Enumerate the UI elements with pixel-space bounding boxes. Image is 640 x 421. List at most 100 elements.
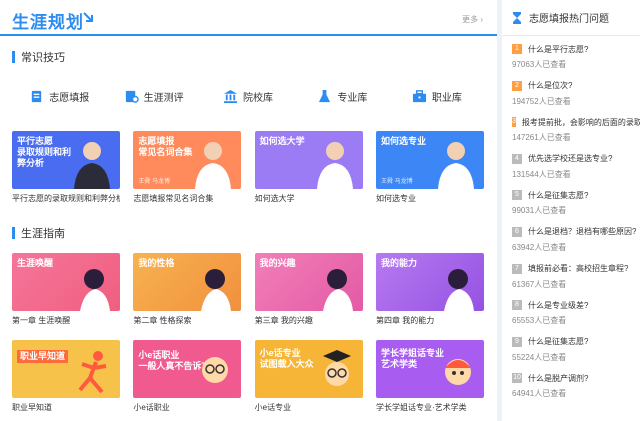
- nav-label: 志愿填报: [49, 92, 90, 104]
- video-card[interactable]: 如何选专业 王舜 马龙博 如何选专业: [375, 131, 484, 204]
- video-card[interactable]: 如何选大学 如何选大学: [254, 131, 363, 204]
- document-icon: [32, 90, 42, 102]
- question-item[interactable]: 10 什么是脱产调剂? 64941人已查看: [512, 371, 640, 408]
- question-text[interactable]: 什么是专业级差?: [528, 300, 588, 311]
- question-item[interactable]: 2 什么是位次? 194752人已查看: [512, 79, 640, 116]
- section-bar: [12, 227, 15, 239]
- section-guide-header: 生涯指南: [12, 226, 65, 240]
- question-text[interactable]: 什么是征集志愿?: [528, 190, 588, 201]
- question-text[interactable]: 什么是征集志愿?: [528, 336, 588, 347]
- rank-badge: 5: [512, 190, 522, 201]
- briefcase-icon: [412, 89, 426, 102]
- chapter-card[interactable]: 我的能力 第四章 我的能力: [375, 253, 484, 326]
- thumbnail-title: 我的能力: [380, 258, 417, 268]
- nav-label: 生涯测评: [143, 92, 184, 104]
- presenter-image: [316, 142, 353, 189]
- illustration-image: [201, 269, 232, 311]
- section-bar: [12, 51, 15, 63]
- video-thumbnail: 如何选专业 王舜 马龙博: [375, 131, 484, 189]
- question-list: 1 什么是平行志愿? 97063人已查看 2 什么是位次? 194752人已查看 3…: [502, 36, 640, 408]
- video-thumbnail: 如何选大学: [254, 131, 363, 189]
- card-caption: 第三章 我的兴趣: [254, 316, 313, 325]
- video-thumbnail: 平行志愿 录取规则和利弊分析: [12, 131, 120, 189]
- question-item[interactable]: 1 什么是平行志愿? 97063人已查看: [512, 42, 640, 79]
- chapter-card[interactable]: 生涯唤醒 第一章 生涯唤醒: [12, 253, 120, 326]
- rank-badge: 6: [512, 226, 522, 237]
- school-icon: [223, 89, 238, 103]
- topic-thumbnail: 职业早知道: [12, 340, 120, 398]
- nav-item-school[interactable]: 院校库: [201, 76, 295, 116]
- question-item[interactable]: 6 什么是退档？退档有哪些原因? 63942人已查看: [512, 225, 640, 262]
- nav-label: 院校库: [243, 92, 274, 104]
- rank-badge: 4: [512, 153, 522, 164]
- topic-card[interactable]: 学长学姐话专业 艺术学类 学长学姐话专业·艺术学类: [375, 340, 484, 413]
- view-count: 55224人已查看: [512, 352, 567, 362]
- question-item[interactable]: 5 什么是征集志愿? 99031人已查看: [512, 188, 640, 225]
- topic-card[interactable]: 小e话职业 一般人真不告诉TA 小e话职业: [133, 340, 242, 413]
- card-caption: 学长学姐话专业·艺术学类: [375, 403, 467, 412]
- topic-card[interactable]: 职业早知道 职业早知道: [12, 340, 120, 413]
- view-count: 65553人已查看: [512, 316, 567, 326]
- chapter-thumbnail: 生涯唤醒: [12, 253, 120, 311]
- flask-icon: [319, 89, 331, 102]
- thumbnail-title: 我的兴趣: [259, 258, 296, 268]
- video-card[interactable]: 平行志愿 录取规则和利弊分析 平行志愿的录取规则和利弊分析: [12, 131, 120, 204]
- card-caption: 第二章 性格探索: [133, 316, 192, 325]
- question-text[interactable]: 什么是退档？退档有哪些原因?: [528, 226, 636, 237]
- card-caption: 小e话职业: [133, 403, 170, 412]
- question-item[interactable]: 3 报考提前批，会影响的后面的录取吗? 147261人已查看: [512, 115, 640, 152]
- chapter-thumbnail: 我的性格: [133, 253, 242, 311]
- assessment-icon: [125, 90, 139, 103]
- chapter-card[interactable]: 我的兴趣 第三章 我的兴趣: [254, 253, 363, 326]
- hourglass-icon: [513, 11, 521, 24]
- question-item[interactable]: 7 填报前必看：高校招生章程? 61367人已查看: [512, 262, 640, 299]
- card-caption: 平行志愿的录取规则和利弊分析: [12, 194, 120, 203]
- view-count: 194752人已查看: [512, 96, 571, 106]
- view-count: 97063人已查看: [512, 60, 567, 69]
- skills-card-row: 平行志愿 录取规则和利弊分析 平行志愿的录取规则和利弊分析 志愿填报 常见名词合…: [12, 131, 484, 204]
- nav-item-major[interactable]: 专业库: [295, 76, 389, 116]
- question-item[interactable]: 9 什么是征集志愿? 55224人已查看: [512, 335, 640, 372]
- rank-badge: 7: [512, 263, 522, 274]
- card-caption: 如何选大学: [254, 194, 295, 203]
- nav-item-career[interactable]: 职业库: [390, 76, 484, 116]
- section-title: 常识技巧: [21, 52, 65, 64]
- nav-label: 专业库: [337, 92, 368, 104]
- question-text[interactable]: 填报前必看：高校招生章程?: [528, 263, 628, 274]
- question-text[interactable]: 什么是脱产调剂?: [528, 373, 588, 384]
- thumbnail-title: 如何选专业: [380, 136, 426, 146]
- nav-item-assessment[interactable]: 生涯测评: [106, 76, 200, 116]
- question-item[interactable]: 4 优先选学校还是选专业? 131544人已查看: [512, 152, 640, 189]
- main-panel: 生涯规划 更多 › 常识技巧 志愿填报 生涯测评 院校库 专业库 职业库 平行志…: [0, 0, 497, 421]
- runner-image: [78, 351, 107, 394]
- question-text[interactable]: 什么是平行志愿?: [528, 44, 588, 55]
- view-count: 63942人已查看: [512, 242, 567, 252]
- chapter-thumbnail: 我的兴趣: [254, 253, 363, 311]
- thumbnail-title: 我的性格: [138, 258, 175, 268]
- topic-card[interactable]: 小e话专业 试图载入大众 小e话专业: [254, 340, 363, 413]
- guide-card-row: 生涯唤醒 第一章 生涯唤醒 我的性格 第二章 性格探索 我的兴趣 第三章 我的兴…: [12, 253, 484, 326]
- topic-thumbnail: 小e话专业 试图载入大众: [254, 340, 363, 398]
- page-header: 生涯规划 更多 ›: [0, 0, 497, 36]
- rank-badge: 2: [512, 80, 522, 91]
- view-count: 61367人已查看: [512, 279, 567, 289]
- question-text[interactable]: 报考提前批，会影响的后面的录取吗?: [522, 117, 640, 128]
- thumbnail-subtitle: 王舜 马龙博: [380, 179, 413, 185]
- video-thumbnail: 志愿填报 常见名词合集 王舜 马龙博: [133, 131, 242, 189]
- more-link[interactable]: 更多 ›: [462, 14, 483, 25]
- chapter-card[interactable]: 我的性格 第二章 性格探索: [133, 253, 242, 326]
- view-count: 147261人已查看: [512, 133, 571, 143]
- question-text[interactable]: 什么是位次?: [528, 80, 572, 91]
- video-card[interactable]: 志愿填报 常见名词合集 王舜 马龙博 志愿填报常见名词合集: [133, 131, 242, 204]
- nav-item-volunteer[interactable]: 志愿填报: [12, 76, 106, 116]
- cartoon-image: [444, 359, 471, 385]
- presenter-image: [195, 142, 232, 189]
- question-item[interactable]: 8 什么是专业级差? 65553人已查看: [512, 298, 640, 335]
- sidebar-title: 志愿填报热门问题: [529, 14, 609, 25]
- topic-thumbnail: 小e话职业 一般人真不告诉TA: [133, 340, 242, 398]
- nav-label: 职业库: [431, 92, 462, 104]
- illustration-image: [322, 269, 353, 311]
- question-text[interactable]: 优先选学校还是选专业?: [528, 153, 612, 164]
- rank-badge: 1: [512, 44, 522, 54]
- card-caption: 第四章 我的能力: [375, 316, 435, 325]
